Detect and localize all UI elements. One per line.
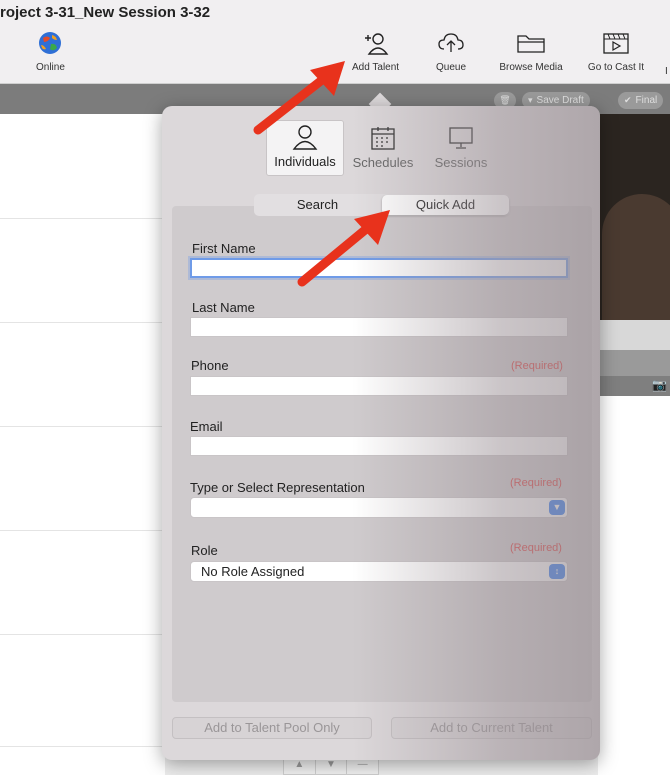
add-talent-label: Add Talent (352, 62, 400, 73)
video-subject (602, 194, 670, 320)
toolbar-overflow-label: I (665, 66, 668, 77)
go-to-cast-it-label: Go to Cast It (587, 62, 645, 73)
add-talent-button[interactable]: Add Talent (352, 30, 399, 73)
first-name-field[interactable] (190, 258, 568, 278)
queue-button[interactable]: Queue (436, 30, 466, 73)
phone-field[interactable] (190, 376, 568, 396)
tab-schedules[interactable]: Schedules (344, 120, 422, 176)
email-label: Email (190, 419, 223, 434)
browse-media-label: Browse Media (499, 62, 563, 73)
add-talent-popover: Individuals Schedules Sessions Search Qu… (162, 106, 600, 760)
clapper-icon (603, 33, 629, 54)
final-label: Final (635, 95, 658, 106)
tab-individuals[interactable]: Individuals (266, 120, 344, 176)
chevron-updown-icon: ↕ (549, 564, 565, 579)
tab-sessions[interactable]: Sessions (422, 120, 500, 176)
preview-toolbar (598, 350, 670, 376)
last-name-label: Last Name (192, 300, 255, 315)
phone-required-label: (Required) (511, 360, 563, 372)
list-divider (0, 322, 165, 323)
save-draft-label: Save Draft (536, 95, 584, 106)
window-title: roject 3-31_New Session 3-32 (0, 4, 211, 21)
tab-individuals-label: Individuals (274, 154, 336, 169)
browse-media-button[interactable]: Browse Media (495, 30, 567, 73)
calendar-icon (371, 127, 395, 150)
list-divider (0, 634, 165, 635)
phone-label: Phone (191, 358, 229, 373)
monitor-icon (449, 127, 473, 149)
role-required-label: (Required) (510, 542, 562, 554)
preview-gap (598, 320, 670, 350)
representation-label: Type or Select Representation (190, 480, 365, 495)
person-icon (292, 125, 318, 150)
cloud-upload-icon (438, 33, 464, 52)
tab-schedules-label: Schedules (352, 155, 414, 170)
add-to-talent-pool-button[interactable]: Add to Talent Pool Only (172, 717, 372, 739)
chevron-down-icon: ▾ (528, 95, 533, 105)
globe-icon (39, 32, 62, 54)
online-button[interactable]: Online (36, 30, 65, 73)
role-label: Role (191, 543, 218, 558)
check-circle-icon: ✔ (624, 95, 632, 105)
segment-quick-add[interactable]: Quick Add (382, 195, 509, 215)
chevron-down-icon: ▼ (549, 500, 565, 515)
final-button[interactable]: ✔ Final (618, 92, 664, 109)
list-divider (0, 746, 165, 747)
trash-icon: 🗑 (499, 95, 511, 105)
add-person-icon (364, 33, 388, 55)
add-to-current-talent-button[interactable]: Add to Current Talent (391, 717, 592, 739)
go-to-cast-it-button[interactable]: Go to Cast It (584, 30, 648, 73)
list-divider (0, 530, 165, 531)
search-mode-segmented-control: Search Quick Add (254, 194, 510, 216)
email-field[interactable] (190, 436, 568, 456)
role-value: No Role Assigned (201, 564, 305, 579)
talent-list (0, 114, 165, 775)
list-divider (0, 218, 165, 219)
popover-tabs: Individuals Schedules Sessions (266, 120, 500, 176)
video-preview (598, 114, 670, 320)
representation-select[interactable]: ▼ (190, 497, 568, 518)
list-divider (0, 426, 165, 427)
camera-icon[interactable]: 📷 (652, 378, 667, 392)
first-name-label: First Name (192, 241, 256, 256)
folder-icon (517, 35, 545, 53)
role-select[interactable]: No Role Assigned ↕ (190, 561, 568, 582)
preview-list (598, 396, 670, 775)
queue-label: Queue (436, 62, 467, 73)
tab-sessions-label: Sessions (434, 155, 488, 170)
online-label: Online (36, 62, 65, 73)
window-toolbar: roject 3-31_New Session 3-32 Online Add … (0, 0, 670, 84)
segment-search[interactable]: Search (254, 195, 381, 215)
last-name-field[interactable] (190, 317, 568, 337)
representation-required-label: (Required) (510, 477, 562, 489)
